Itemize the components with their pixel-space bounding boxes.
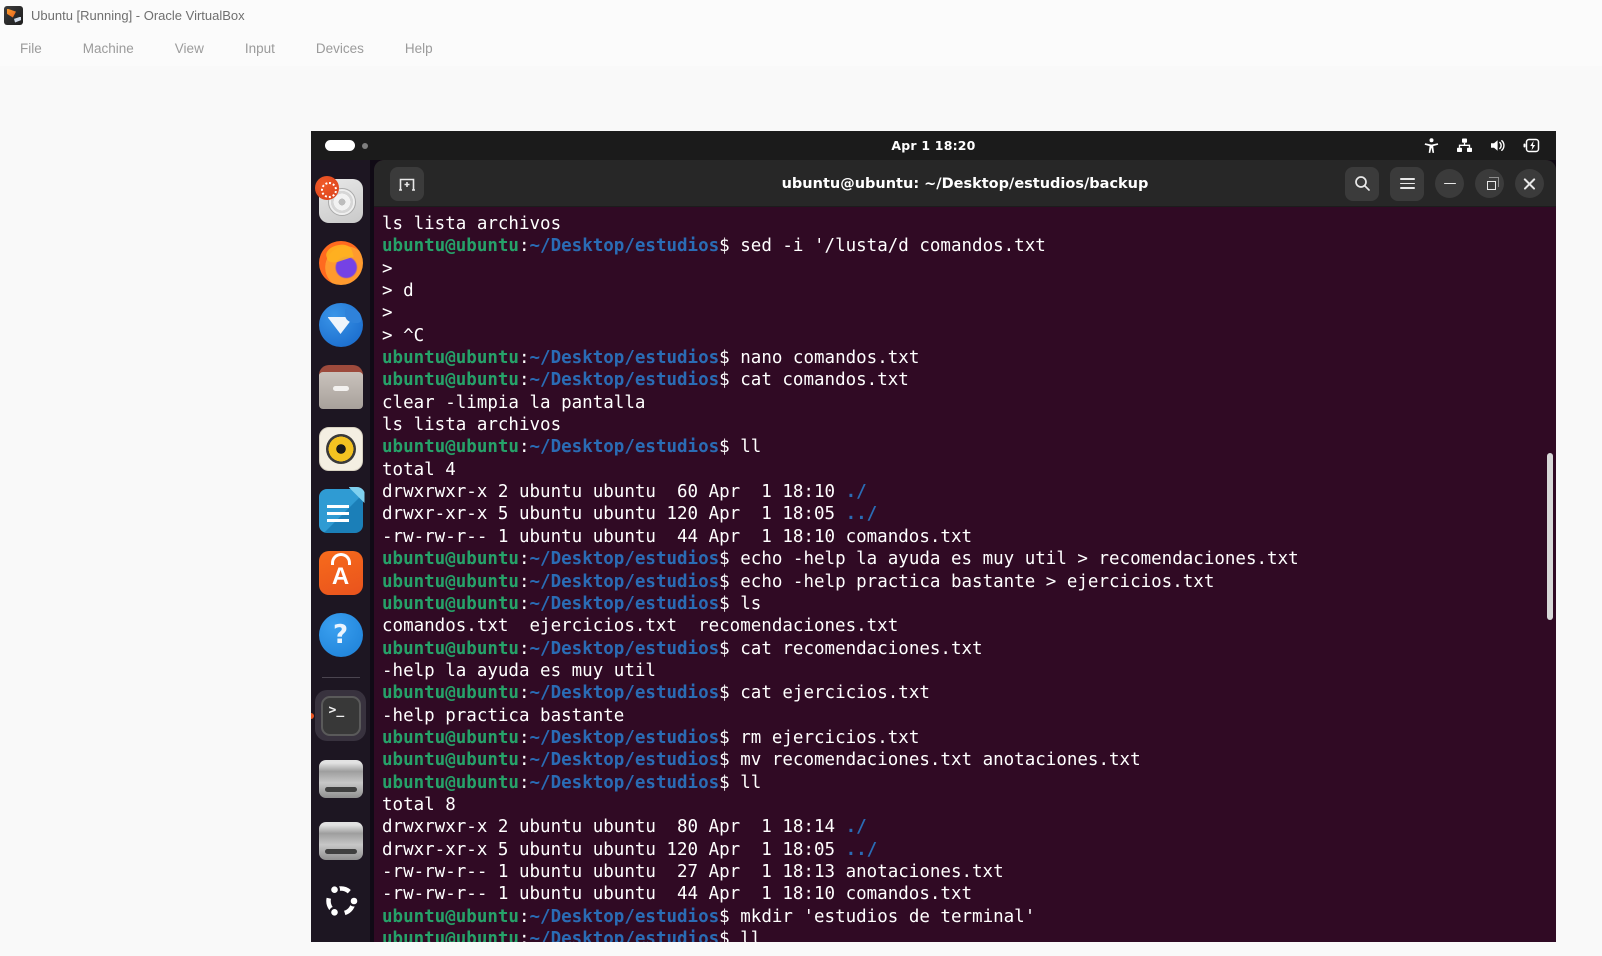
app-center-icon[interactable]: A: [318, 551, 363, 595]
minimize-button[interactable]: [1435, 169, 1464, 198]
firefox-icon[interactable]: [318, 241, 363, 285]
terminal-line: > ^C: [382, 325, 425, 346]
menu-file[interactable]: File: [20, 41, 42, 56]
terminal-line: -help la ayuda es muy util: [382, 660, 656, 681]
host-menubar: File Machine View Input Devices Help: [0, 30, 1602, 66]
terminal-line: total 8: [382, 794, 456, 815]
new-tab-button[interactable]: [390, 167, 424, 201]
thunderbird-icon[interactable]: [318, 303, 363, 347]
terminal-line: ubuntu@ubuntu:~/Desktop/estudios$ cat re…: [382, 638, 983, 659]
terminal-headerbar[interactable]: ubuntu@ubuntu: ~/Desktop/estudios/backup: [374, 160, 1556, 207]
virtualbox-logo-icon: [4, 5, 23, 25]
menu-button[interactable]: [1390, 166, 1424, 201]
terminal-line: ubuntu@ubuntu:~/Desktop/estudios$ ll: [382, 772, 762, 793]
terminal-line: ubuntu@ubuntu:~/Desktop/estudios$ echo -…: [382, 549, 1299, 570]
terminal-line: >: [382, 258, 393, 279]
terminal-line: drwxrwxr-x 2 ubuntu ubuntu 60 Apr 1 18:1…: [382, 482, 867, 503]
rhythmbox-icon[interactable]: [318, 427, 363, 471]
ubuntu-installer-icon[interactable]: [314, 176, 363, 223]
new-tab-icon: [399, 178, 415, 191]
terminal-line: -help practica bastante: [382, 705, 625, 726]
terminal-line: comandos.txt ejercicios.txt recomendacio…: [382, 616, 899, 637]
terminal-line: -rw-rw-r-- 1 ubuntu ubuntu 44 Apr 1 18:1…: [382, 884, 973, 905]
terminal-window: ubuntu@ubuntu: ~/Desktop/estudios/backup: [374, 160, 1556, 942]
menu-input[interactable]: Input: [245, 41, 275, 56]
terminal-line: ubuntu@ubuntu:~/Desktop/estudios$ sed -i…: [382, 236, 1046, 257]
terminal-line: ubuntu@ubuntu:~/Desktop/estudios$ echo -…: [382, 571, 1215, 592]
minimize-icon: [1443, 182, 1456, 185]
terminal-line: ubuntu@ubuntu:~/Desktop/estudios$ ll: [382, 929, 762, 942]
search-icon: [1354, 176, 1370, 191]
menu-icon: [1399, 178, 1415, 189]
terminal-line: drwxrwxr-x 2 ubuntu ubuntu 80 Apr 1 18:1…: [382, 817, 867, 838]
close-icon: [1523, 177, 1536, 190]
terminal-line: ubuntu@ubuntu:~/Desktop/estudios$ ls: [382, 593, 762, 614]
disk-icon-2[interactable]: [318, 817, 363, 861]
menu-machine[interactable]: Machine: [83, 41, 134, 56]
vm-display: Apr 1 18:20 A ? >_ ubuntu@ubuntu: ~/Desk…: [311, 131, 1556, 942]
battery-icon[interactable]: [1523, 138, 1542, 153]
terminal-line: >: [382, 303, 393, 324]
terminal-line: ls lista archivos: [382, 214, 562, 234]
close-button[interactable]: [1515, 169, 1544, 198]
terminal-line: ubuntu@ubuntu:~/Desktop/estudios$ cat co…: [382, 370, 909, 391]
terminal-line: ubuntu@ubuntu:~/Desktop/estudios$ nano c…: [382, 348, 920, 369]
maximize-button[interactable]: [1475, 169, 1504, 198]
volume-icon[interactable]: [1490, 138, 1506, 153]
terminal-line: drwxr-xr-x 5 ubuntu ubuntu 120 Apr 1 18:…: [382, 504, 878, 525]
dock: A ? >_: [311, 160, 370, 942]
dock-separator: [321, 677, 360, 678]
terminal-line: ls lista archivos: [382, 415, 562, 436]
system-status-area[interactable]: [1424, 131, 1542, 160]
menu-help[interactable]: Help: [405, 41, 433, 56]
terminal-line: clear -limpia la pantalla: [382, 392, 646, 413]
terminal-output: ls lista archivos ubuntu@ubuntu:~/Desktop…: [382, 213, 1548, 942]
terminal-line: -rw-rw-r-- 1 ubuntu ubuntu 27 Apr 1 18:1…: [382, 861, 1004, 882]
terminal-line: -rw-rw-r-- 1 ubuntu ubuntu 44 Apr 1 18:1…: [382, 526, 973, 547]
libreoffice-writer-icon[interactable]: [318, 489, 363, 533]
terminal-scrollbar-thumb[interactable]: [1547, 453, 1553, 620]
terminal-line: drwxr-xr-x 5 ubuntu ubuntu 120 Apr 1 18:…: [382, 839, 878, 860]
restore-icon: [1486, 177, 1499, 190]
accessibility-icon[interactable]: [1424, 137, 1439, 154]
menu-devices[interactable]: Devices: [316, 41, 364, 56]
terminal-body[interactable]: ls lista archivos ubuntu@ubuntu:~/Desktop…: [374, 208, 1556, 942]
ubuntu-logo-icon[interactable]: [319, 879, 363, 923]
clock[interactable]: Apr 1 18:20: [311, 131, 1556, 160]
menu-view[interactable]: View: [175, 41, 204, 56]
terminal-line: ubuntu@ubuntu:~/Desktop/estudios$ mv rec…: [382, 750, 1141, 771]
terminal-line: ubuntu@ubuntu:~/Desktop/estudios$ rm eje…: [382, 727, 920, 748]
files-icon[interactable]: [318, 365, 363, 409]
terminal-icon[interactable]: >_: [311, 690, 366, 741]
disk-icon[interactable]: [318, 755, 363, 799]
host-titlebar: Ubuntu [Running] - Oracle VirtualBox: [0, 0, 1602, 30]
gnome-topbar: Apr 1 18:20: [311, 131, 1556, 160]
network-icon[interactable]: [1456, 138, 1473, 153]
terminal-line: ubuntu@ubuntu:~/Desktop/estudios$ ll: [382, 437, 762, 458]
terminal-line: ubuntu@ubuntu:~/Desktop/estudios$ mkdir …: [382, 906, 1036, 927]
help-icon[interactable]: ?: [318, 613, 363, 657]
running-indicator-dot: [311, 713, 314, 719]
terminal-line: ubuntu@ubuntu:~/Desktop/estudios$ cat ej…: [382, 683, 930, 704]
search-button[interactable]: [1345, 166, 1379, 201]
host-window-title: Ubuntu [Running] - Oracle VirtualBox: [31, 7, 245, 23]
terminal-line: > d: [382, 281, 414, 302]
terminal-line: total 4: [382, 459, 456, 480]
